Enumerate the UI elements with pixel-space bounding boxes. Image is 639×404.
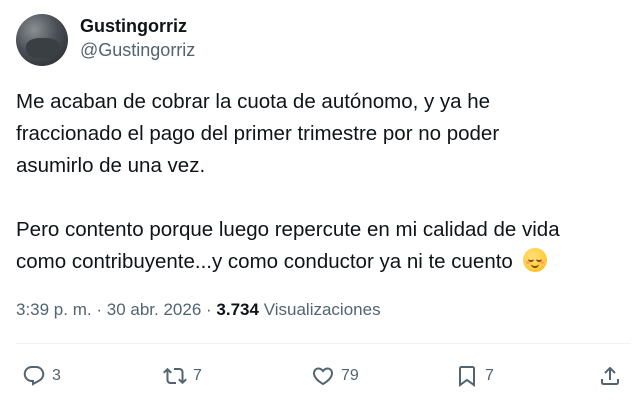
tweet-date[interactable]: 30 abr. 2026 xyxy=(107,300,202,319)
action-bar: 3 7 79 7 xyxy=(0,360,639,392)
tweet-header: Gustingorriz @Gustingorriz xyxy=(16,12,616,66)
views-label: Visualizaciones xyxy=(263,300,381,319)
tweet-meta: 3:39 p. m. · 30 abr. 2026 · 3.734 Visual… xyxy=(16,298,381,322)
bookmark-button[interactable]: 7 xyxy=(455,360,494,392)
meta-separator: · xyxy=(206,300,212,319)
repost-count: 7 xyxy=(193,367,202,384)
views-count: 3.734 xyxy=(216,300,259,319)
author-names: Gustingorriz @Gustingorriz xyxy=(80,14,195,62)
share-icon xyxy=(601,366,619,385)
divider xyxy=(16,343,631,344)
reply-count: 3 xyxy=(52,367,61,384)
like-count: 79 xyxy=(341,367,359,384)
like-button[interactable]: 79 xyxy=(311,360,359,392)
avatar[interactable] xyxy=(16,14,68,66)
reply-button[interactable]: 3 xyxy=(22,360,61,392)
tweet-time[interactable]: 3:39 p. m. xyxy=(16,300,92,319)
author-display-name[interactable]: Gustingorriz xyxy=(80,14,195,38)
author-handle[interactable]: @Gustingorriz xyxy=(80,38,195,62)
repost-icon xyxy=(163,367,187,385)
tweet-text: Me acaban de cobrar la cuota de autónomo… xyxy=(16,86,623,278)
bookmark-icon xyxy=(459,366,475,387)
share-button[interactable] xyxy=(598,360,622,392)
heart-icon xyxy=(312,367,334,386)
meta-separator: · xyxy=(96,300,103,319)
bookmark-count: 7 xyxy=(485,367,494,384)
relieved-face-icon xyxy=(522,248,547,272)
repost-button[interactable]: 7 xyxy=(163,360,202,392)
tweet-text-content: Me acaban de cobrar la cuota de autónomo… xyxy=(16,90,560,273)
reply-icon xyxy=(23,366,45,386)
